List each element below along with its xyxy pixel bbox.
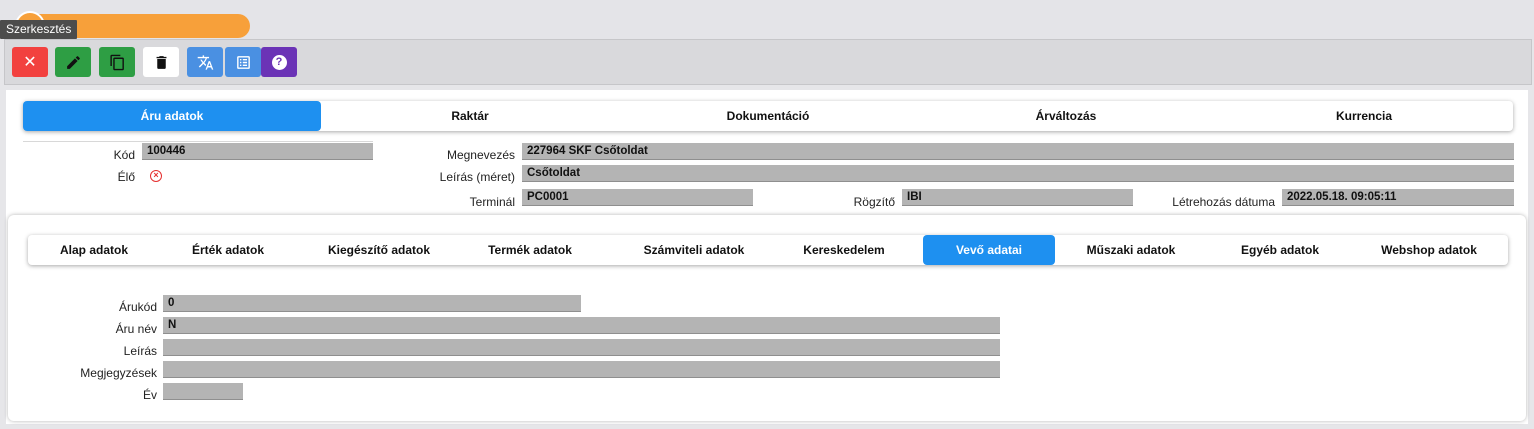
sub-tabs: Alap adatok Érték adatok Kiegészítő adat…: [28, 235, 1508, 265]
tab-aru-adatok[interactable]: Áru adatok: [23, 101, 321, 131]
tab-vevo-adatai[interactable]: Vevő adatai: [923, 235, 1055, 265]
main-panel: Áru adatok Raktár Dokumentáció Árváltozá…: [6, 90, 1528, 424]
close-button[interactable]: ✕: [12, 47, 48, 77]
tooltip: Szerkesztés: [0, 20, 78, 39]
ev-field[interactable]: [163, 383, 243, 400]
ev-label: Év: [142, 388, 157, 402]
aru-nev-field[interactable]: N: [163, 317, 1000, 334]
megnevezes-label: Megnevezés: [446, 148, 515, 162]
list-icon: [236, 55, 250, 69]
trash-icon: [156, 55, 166, 69]
megjegyzesek-field[interactable]: [163, 361, 1000, 378]
tab-raktar[interactable]: Raktár: [321, 101, 619, 131]
tab-egyeb-adatok[interactable]: Egyéb adatok: [1214, 235, 1346, 265]
copy-button[interactable]: [99, 47, 135, 77]
tab-kiegeszito-adatok[interactable]: Kiegészítő adatok: [313, 235, 445, 265]
tab-dokumentacio[interactable]: Dokumentáció: [619, 101, 917, 131]
terminal-label: Terminál: [469, 195, 515, 209]
delete-button[interactable]: [143, 47, 179, 77]
tab-termek-adatok[interactable]: Termék adatok: [464, 235, 596, 265]
leiras-field[interactable]: [163, 339, 1000, 356]
leiras-meret-field[interactable]: Csőtoldat: [522, 165, 1514, 182]
megnevezes-field[interactable]: 227964 SKF Csőtoldat: [522, 143, 1514, 160]
kod-label: Kód: [113, 148, 135, 162]
translate-icon: [197, 54, 213, 70]
leiras-label: Leírás: [123, 344, 157, 358]
copy-icon: [109, 54, 124, 70]
elo-label: Élő: [117, 170, 135, 184]
letrehozas-label: Létrehozás dátuma: [1172, 195, 1275, 209]
aru-nev-label: Áru név: [115, 322, 157, 336]
tab-kurrencia[interactable]: Kurrencia: [1215, 101, 1513, 131]
tab-szamviteli-adatok[interactable]: Számviteli adatok: [628, 235, 760, 265]
pencil-icon: [66, 55, 80, 69]
detail-panel: Alap adatok Érték adatok Kiegészítő adat…: [8, 215, 1526, 421]
edit-button[interactable]: [55, 47, 91, 77]
rogzito-label: Rögzítő: [853, 195, 895, 209]
rogzito-field[interactable]: IBI: [902, 189, 1133, 206]
kod-field[interactable]: 100446: [142, 143, 373, 160]
help-button[interactable]: ?: [261, 47, 297, 77]
help-icon: ?: [271, 54, 287, 70]
toolbar: ✕ ?: [4, 39, 1532, 85]
leiras-meret-label: Leírás (méret): [439, 170, 515, 184]
megjegyzesek-label: Megjegyzések: [80, 366, 157, 380]
tab-kereskedelem[interactable]: Kereskedelem: [778, 235, 910, 265]
close-icon: ✕: [23, 54, 37, 71]
title-bar: Szerkesztés: [0, 0, 1534, 41]
divider: [23, 141, 373, 142]
letrehozas-field[interactable]: 2022.05.18. 09:05:11: [1282, 189, 1514, 206]
main-tabs: Áru adatok Raktár Dokumentáció Árváltozá…: [23, 101, 1513, 131]
tab-alap-adatok[interactable]: Alap adatok: [28, 235, 160, 265]
tab-webshop-adatok[interactable]: Webshop adatok: [1363, 235, 1495, 265]
inactive-status-icon[interactable]: ×: [150, 170, 162, 182]
list-button[interactable]: [225, 47, 261, 77]
tab-muszaki-adatok[interactable]: Műszaki adatok: [1065, 235, 1197, 265]
translate-button[interactable]: [187, 47, 223, 77]
arukod-label: Árukód: [118, 300, 157, 314]
arukod-field[interactable]: 0: [163, 295, 581, 312]
tab-arvaltozas[interactable]: Árváltozás: [917, 101, 1215, 131]
terminal-field[interactable]: PC0001: [522, 189, 753, 206]
tab-ertek-adatok[interactable]: Érték adatok: [162, 235, 294, 265]
